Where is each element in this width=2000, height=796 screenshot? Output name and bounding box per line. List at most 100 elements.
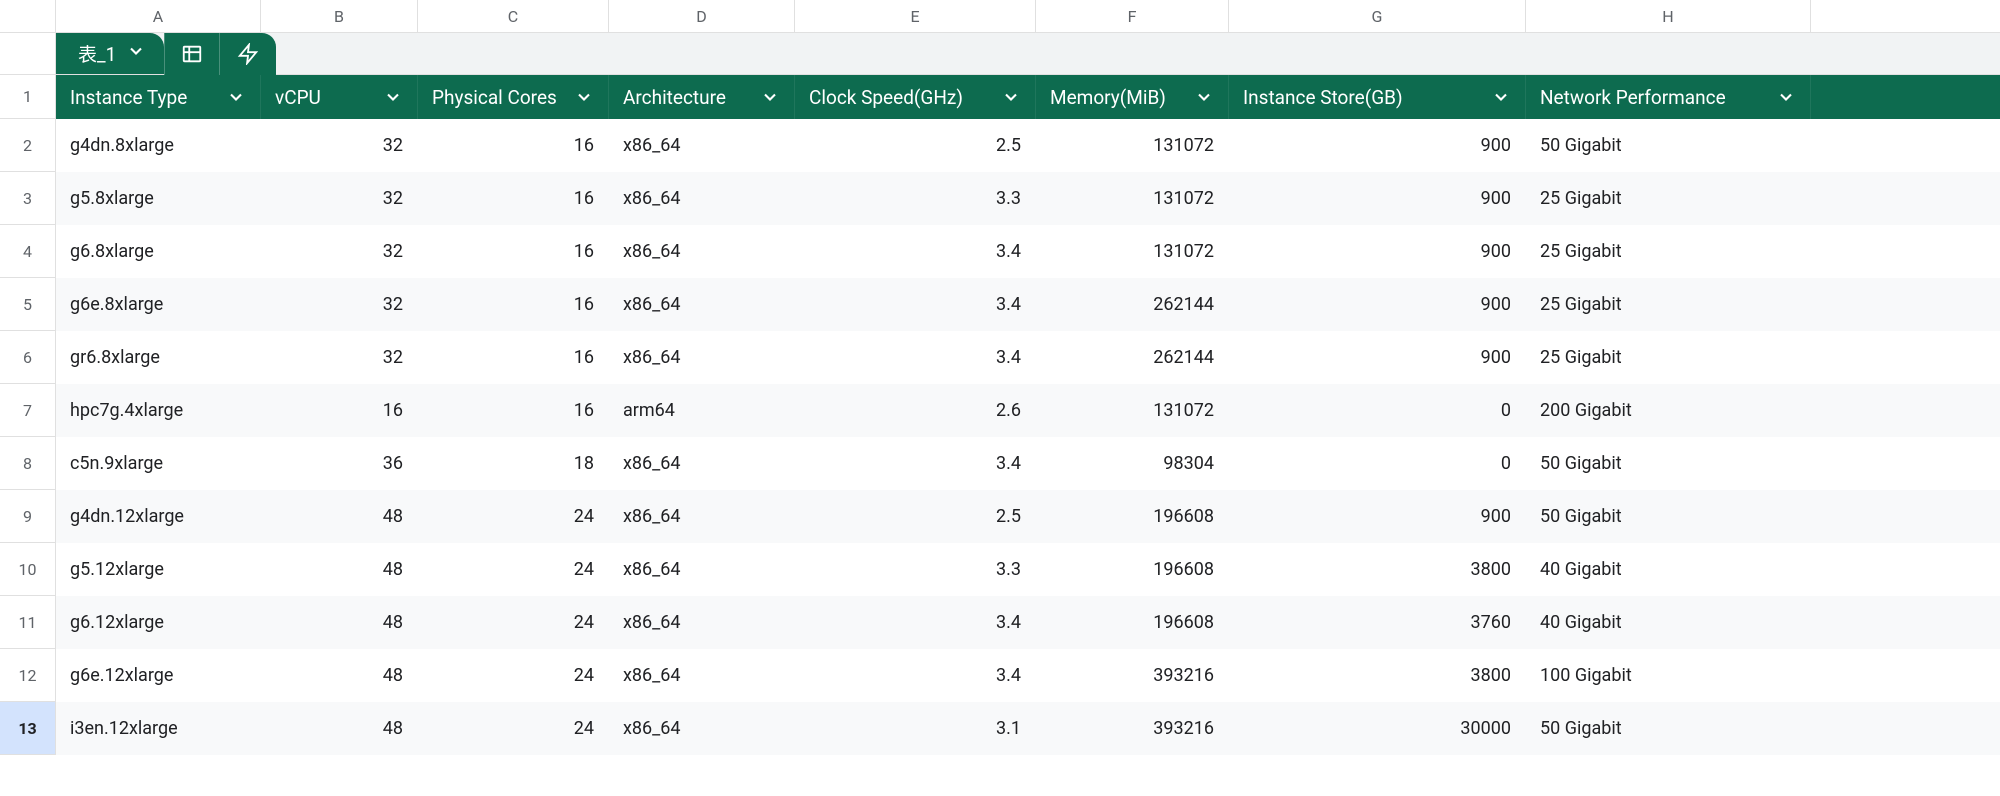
cell[interactable]: 0 xyxy=(1229,437,1526,490)
chevron-down-icon[interactable] xyxy=(574,87,594,107)
cell[interactable]: 24 xyxy=(418,543,609,596)
cell[interactable]: 16 xyxy=(418,278,609,331)
cell[interactable]: 131072 xyxy=(1036,384,1229,437)
header-vcpu[interactable]: vCPU xyxy=(261,75,418,119)
cell[interactable]: 32 xyxy=(261,172,418,225)
cell[interactable]: 36 xyxy=(261,437,418,490)
chevron-down-icon[interactable] xyxy=(1776,87,1796,107)
cell[interactable]: 900 xyxy=(1229,278,1526,331)
column-header-B[interactable]: B xyxy=(261,0,418,32)
cell[interactable]: 262144 xyxy=(1036,331,1229,384)
cell[interactable]: g4dn.12xlarge xyxy=(56,490,261,543)
row-number[interactable]: 6 xyxy=(0,331,56,384)
column-header-E[interactable]: E xyxy=(795,0,1036,32)
cell[interactable]: x86_64 xyxy=(609,702,795,755)
cell[interactable]: 50 Gigabit xyxy=(1526,119,1811,172)
column-header-G[interactable]: G xyxy=(1229,0,1526,32)
cell[interactable]: 24 xyxy=(418,649,609,702)
cell[interactable]: 48 xyxy=(261,490,418,543)
header-instance-type[interactable]: Instance Type xyxy=(56,75,261,119)
cell[interactable]: g5.8xlarge xyxy=(56,172,261,225)
cell[interactable]: x86_64 xyxy=(609,119,795,172)
cell[interactable]: 3.1 xyxy=(795,702,1036,755)
cell[interactable]: 16 xyxy=(418,225,609,278)
cell[interactable]: 900 xyxy=(1229,490,1526,543)
header-network-performance[interactable]: Network Performance xyxy=(1526,75,1811,119)
column-header-H[interactable]: H xyxy=(1526,0,1811,32)
cell[interactable]: 16 xyxy=(418,331,609,384)
cell[interactable]: c5n.9xlarge xyxy=(56,437,261,490)
cell[interactable]: 50 Gigabit xyxy=(1526,490,1811,543)
cell[interactable]: 24 xyxy=(418,490,609,543)
cell[interactable]: 131072 xyxy=(1036,172,1229,225)
cell[interactable]: 32 xyxy=(261,278,418,331)
cell[interactable]: 900 xyxy=(1229,331,1526,384)
cell[interactable]: 40 Gigabit xyxy=(1526,543,1811,596)
row-number[interactable]: 7 xyxy=(0,384,56,437)
cell[interactable]: 131072 xyxy=(1036,119,1229,172)
chevron-down-icon[interactable] xyxy=(226,87,246,107)
row-number[interactable]: 3 xyxy=(0,172,56,225)
row-number[interactable]: 9 xyxy=(0,490,56,543)
cell[interactable]: 3.4 xyxy=(795,278,1036,331)
column-header-D[interactable]: D xyxy=(609,0,795,32)
cell[interactable]: x86_64 xyxy=(609,437,795,490)
cell[interactable]: 3.3 xyxy=(795,543,1036,596)
cell[interactable]: 3.4 xyxy=(795,649,1036,702)
row-number[interactable]: 12 xyxy=(0,649,56,702)
chevron-down-icon[interactable] xyxy=(1001,87,1021,107)
sheet-tab[interactable]: 表_1 xyxy=(56,33,164,74)
row-number[interactable]: 13 xyxy=(0,702,56,755)
cell[interactable]: 50 Gigabit xyxy=(1526,702,1811,755)
cell[interactable]: g4dn.8xlarge xyxy=(56,119,261,172)
cell[interactable]: g6.8xlarge xyxy=(56,225,261,278)
header-clock-speed[interactable]: Clock Speed(GHz) xyxy=(795,75,1036,119)
cell[interactable]: 32 xyxy=(261,119,418,172)
column-header-A[interactable]: A xyxy=(56,0,261,32)
cell[interactable]: 40 Gigabit xyxy=(1526,596,1811,649)
cell[interactable]: x86_64 xyxy=(609,172,795,225)
column-header-F[interactable]: F xyxy=(1036,0,1229,32)
cell[interactable]: g6e.8xlarge xyxy=(56,278,261,331)
row-number[interactable]: 5 xyxy=(0,278,56,331)
chevron-down-icon[interactable] xyxy=(1491,87,1511,107)
row-number[interactable]: 10 xyxy=(0,543,56,596)
cell[interactable]: 25 Gigabit xyxy=(1526,278,1811,331)
cell[interactable]: 900 xyxy=(1229,172,1526,225)
cell[interactable]: 48 xyxy=(261,649,418,702)
cell[interactable]: 200 Gigabit xyxy=(1526,384,1811,437)
cell[interactable]: 393216 xyxy=(1036,702,1229,755)
row-number[interactable]: 2 xyxy=(0,119,56,172)
chevron-down-icon[interactable] xyxy=(760,87,780,107)
cell[interactable]: 196608 xyxy=(1036,490,1229,543)
cell[interactable]: x86_64 xyxy=(609,225,795,278)
cell[interactable]: 24 xyxy=(418,702,609,755)
cell[interactable]: 3800 xyxy=(1229,649,1526,702)
cell[interactable]: 16 xyxy=(261,384,418,437)
cell[interactable]: x86_64 xyxy=(609,278,795,331)
header-physical-cores[interactable]: Physical Cores xyxy=(418,75,609,119)
header-memory[interactable]: Memory(MiB) xyxy=(1036,75,1229,119)
cell[interactable]: g5.12xlarge xyxy=(56,543,261,596)
chevron-down-icon[interactable] xyxy=(126,41,146,66)
cell[interactable]: 262144 xyxy=(1036,278,1229,331)
cell[interactable]: 196608 xyxy=(1036,596,1229,649)
cell[interactable]: 24 xyxy=(418,596,609,649)
cell[interactable]: x86_64 xyxy=(609,331,795,384)
cell[interactable]: g6.12xlarge xyxy=(56,596,261,649)
cell[interactable]: 3.4 xyxy=(795,225,1036,278)
cell[interactable]: 3.4 xyxy=(795,331,1036,384)
cell[interactable]: 100 Gigabit xyxy=(1526,649,1811,702)
cell[interactable]: 25 Gigabit xyxy=(1526,331,1811,384)
row-number-1[interactable]: 1 xyxy=(0,75,56,119)
cell[interactable]: 900 xyxy=(1229,119,1526,172)
header-instance-store[interactable]: Instance Store(GB) xyxy=(1229,75,1526,119)
cell[interactable]: 16 xyxy=(418,172,609,225)
header-architecture[interactable]: Architecture xyxy=(609,75,795,119)
cell[interactable]: 25 Gigabit xyxy=(1526,172,1811,225)
cell[interactable]: 32 xyxy=(261,331,418,384)
cell[interactable]: 3.4 xyxy=(795,437,1036,490)
cell[interactable]: 131072 xyxy=(1036,225,1229,278)
cell[interactable]: i3en.12xlarge xyxy=(56,702,261,755)
quick-action-button[interactable] xyxy=(220,33,276,75)
